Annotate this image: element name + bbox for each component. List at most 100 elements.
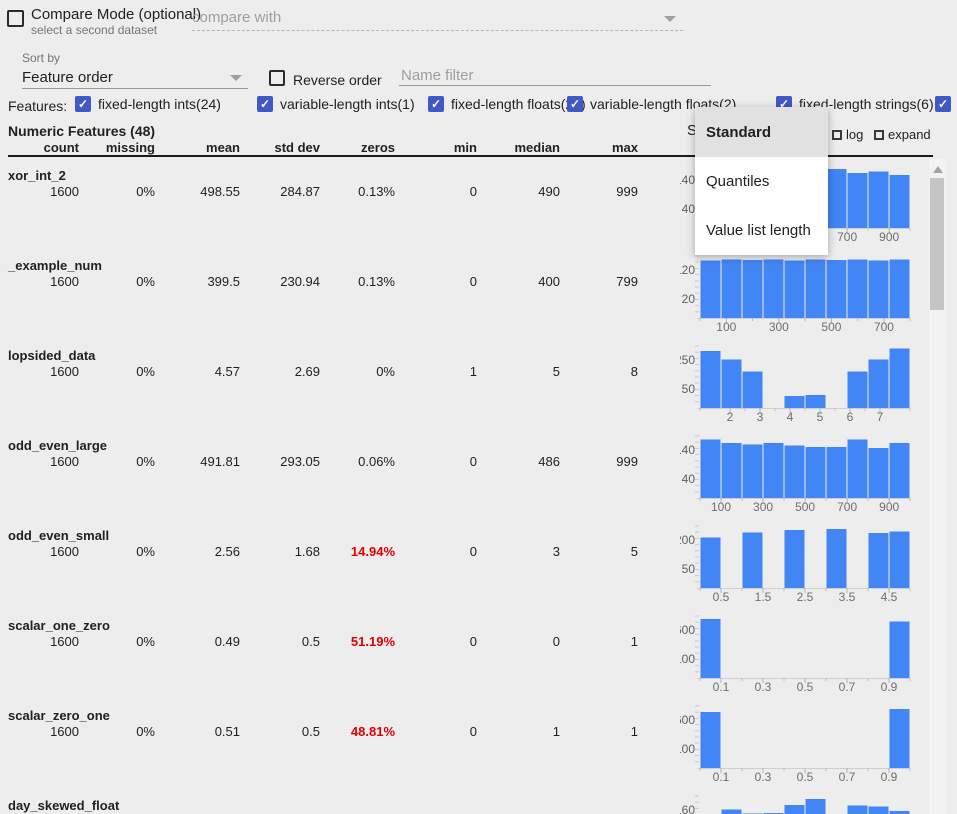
svg-text:900: 900 bbox=[879, 500, 899, 514]
feature-row: odd_even_large16000%491.81293.050.06%048… bbox=[0, 430, 957, 520]
svg-text:200: 200 bbox=[680, 533, 695, 547]
reverse-order-checkbox[interactable] bbox=[269, 70, 285, 86]
svg-text:100: 100 bbox=[716, 320, 736, 334]
feature-filter-checkbox[interactable]: ✓ bbox=[935, 96, 951, 112]
stat-min: 0 bbox=[395, 184, 477, 199]
feature-filter-item: ✓fixed-length ints(24) bbox=[75, 96, 221, 112]
stat-zeros: 0.06% bbox=[320, 454, 395, 469]
svg-text:700: 700 bbox=[837, 230, 857, 244]
svg-text:120: 120 bbox=[680, 263, 695, 277]
feature-stats: 16000%4.572.690%158 bbox=[8, 364, 638, 379]
feature-name: scalar_zero_one bbox=[8, 708, 110, 723]
svg-text:0.1: 0.1 bbox=[713, 680, 730, 694]
reverse-order-label: Reverse order bbox=[293, 72, 382, 88]
menu-item-quantiles[interactable]: Quantiles bbox=[695, 157, 828, 206]
stat-max: 1 bbox=[560, 634, 638, 649]
stat-max: 5 bbox=[560, 544, 638, 559]
svg-text:500: 500 bbox=[821, 320, 841, 334]
feature-filter-checkbox[interactable]: ✓ bbox=[428, 96, 444, 112]
stat-count: 1600 bbox=[8, 544, 79, 559]
svg-text:6: 6 bbox=[847, 410, 854, 424]
histogram-chart: 12020100300500700 bbox=[680, 250, 930, 340]
svg-text:4: 4 bbox=[787, 410, 794, 424]
stat-std_dev: 230.94 bbox=[240, 274, 320, 289]
svg-text:5: 5 bbox=[817, 410, 824, 424]
svg-text:3: 3 bbox=[757, 410, 764, 424]
svg-text:250: 250 bbox=[680, 353, 695, 367]
log-checkbox[interactable] bbox=[832, 130, 842, 140]
feature-stats: 16000%491.81293.050.06%0486999 bbox=[8, 454, 638, 469]
svg-text:3.5: 3.5 bbox=[839, 590, 856, 604]
histogram-chart: 200500.51.52.53.54.5 bbox=[680, 520, 930, 610]
column-header: missing bbox=[79, 140, 155, 155]
feature-filter-item: ✓ bbox=[935, 96, 951, 112]
stat-std_dev: 0.5 bbox=[240, 724, 320, 739]
svg-text:100: 100 bbox=[680, 742, 695, 756]
feature-stats: 16000%2.561.6814.94%035 bbox=[8, 544, 638, 559]
facets-overview: Compare Mode (optional) select a second … bbox=[0, 0, 957, 814]
stat-max: 8 bbox=[560, 364, 638, 379]
feature-name: scalar_one_zero bbox=[8, 618, 110, 633]
stat-count: 1600 bbox=[8, 454, 79, 469]
svg-text:0.3: 0.3 bbox=[755, 680, 772, 694]
menu-item-standard[interactable]: Standard bbox=[695, 107, 828, 157]
svg-text:300: 300 bbox=[753, 500, 773, 514]
compare-mode-checkbox[interactable] bbox=[7, 10, 24, 27]
column-header: mean bbox=[155, 140, 240, 155]
feature-filter-checkbox[interactable]: ✓ bbox=[567, 96, 583, 112]
svg-text:20: 20 bbox=[682, 292, 696, 306]
expand-label: expand bbox=[888, 127, 931, 142]
scrollbar-thumb[interactable] bbox=[930, 178, 944, 310]
histogram-chart: 6001000.10.30.50.70.9 bbox=[680, 610, 930, 700]
scrollbar-up-arrow-icon[interactable] bbox=[933, 166, 943, 173]
feature-name: odd_even_large bbox=[8, 438, 107, 453]
log-toggle[interactable]: log bbox=[832, 127, 863, 142]
svg-text:0.5: 0.5 bbox=[797, 770, 814, 784]
svg-text:0.9: 0.9 bbox=[881, 680, 898, 694]
expand-checkbox[interactable] bbox=[874, 130, 884, 140]
stat-missing: 0% bbox=[79, 634, 155, 649]
stat-max: 999 bbox=[560, 454, 638, 469]
stat-missing: 0% bbox=[79, 184, 155, 199]
stat-median: 3 bbox=[477, 544, 560, 559]
stat-zeros: 48.81% bbox=[320, 724, 395, 739]
stat-zeros: 0% bbox=[320, 364, 395, 379]
feature-filter-checkbox[interactable]: ✓ bbox=[75, 96, 91, 112]
svg-text:300: 300 bbox=[769, 320, 789, 334]
compare-with-select[interactable]: compare with bbox=[192, 9, 281, 26]
svg-text:4.5: 4.5 bbox=[881, 590, 898, 604]
feature-row: scalar_one_zero16000%0.490.551.19%001600… bbox=[0, 610, 957, 700]
stat-mean: 498.55 bbox=[155, 184, 240, 199]
menu-item-value-list-length[interactable]: Value list length bbox=[695, 206, 828, 255]
svg-text:40: 40 bbox=[682, 202, 696, 216]
stat-missing: 0% bbox=[79, 544, 155, 559]
stat-mean: 0.49 bbox=[155, 634, 240, 649]
feature-row: scalar_zero_one16000%0.510.548.81%011600… bbox=[0, 700, 957, 790]
scrollbar-track[interactable] bbox=[929, 159, 946, 814]
svg-text:0.7: 0.7 bbox=[839, 770, 856, 784]
stat-zeros: 0.13% bbox=[320, 184, 395, 199]
feature-row: odd_even_small16000%2.561.6814.94%035 200… bbox=[0, 520, 957, 610]
svg-text:100: 100 bbox=[680, 652, 695, 666]
stat-zeros: 0.13% bbox=[320, 274, 395, 289]
feature-row: day_skewed_float160 bbox=[0, 790, 957, 814]
feature-stats: 16000%498.55284.870.13%0490999 bbox=[8, 184, 638, 199]
expand-toggle[interactable]: expand bbox=[874, 127, 931, 142]
stat-count: 1600 bbox=[8, 634, 79, 649]
feature-name: odd_even_small bbox=[8, 528, 109, 543]
sort-by-select[interactable]: Feature order bbox=[22, 69, 113, 86]
stat-median: 1 bbox=[477, 724, 560, 739]
compare-mode-label: Compare Mode (optional) bbox=[31, 6, 201, 23]
feature-filter-checkbox[interactable]: ✓ bbox=[257, 96, 273, 112]
svg-text:0.7: 0.7 bbox=[839, 680, 856, 694]
svg-text:1.5: 1.5 bbox=[755, 590, 772, 604]
compare-with-underline bbox=[192, 30, 683, 31]
feature-name: xor_int_2 bbox=[8, 168, 66, 183]
stat-std_dev: 0.5 bbox=[240, 634, 320, 649]
stat-max: 1 bbox=[560, 724, 638, 739]
svg-text:2.5: 2.5 bbox=[797, 590, 814, 604]
feature-filter-item: ✓fixed-length floats(20) bbox=[428, 96, 586, 112]
stat-count: 1600 bbox=[8, 274, 79, 289]
name-filter-input[interactable] bbox=[399, 66, 711, 86]
svg-text:100: 100 bbox=[711, 500, 731, 514]
